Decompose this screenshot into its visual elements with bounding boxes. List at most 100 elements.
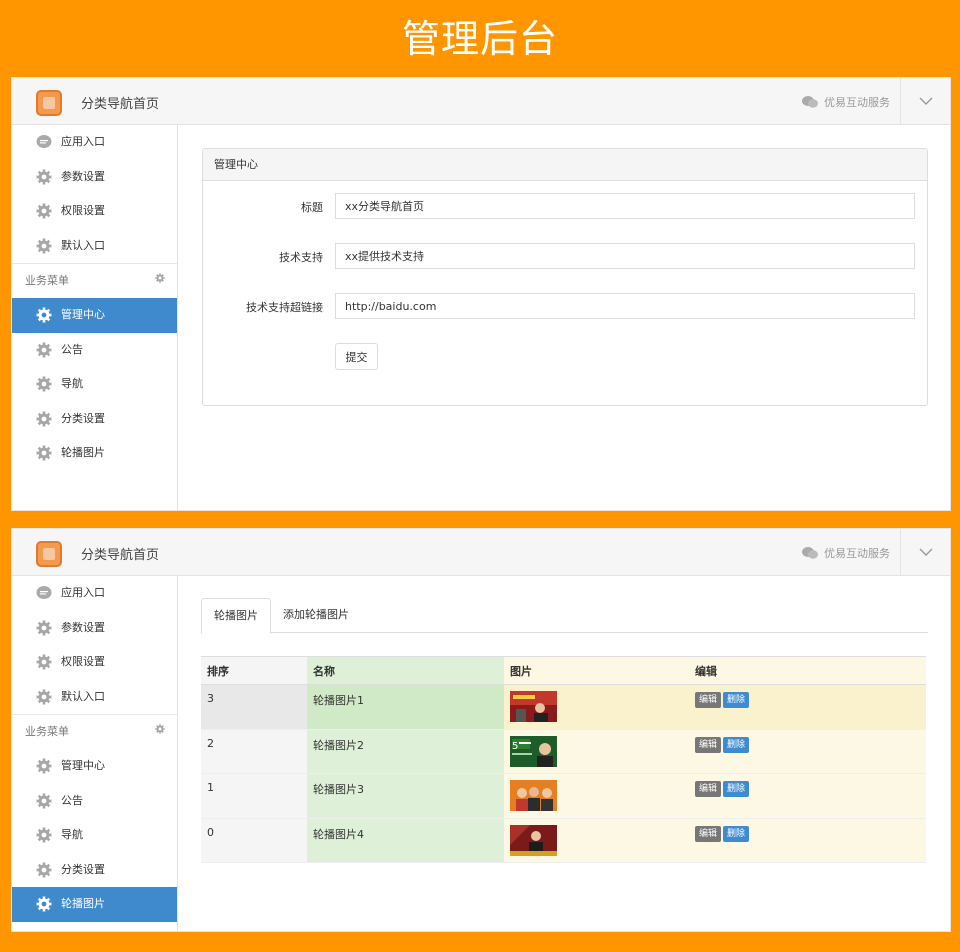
sidebar-item-label: 分类设置 (61, 862, 105, 876)
edit-button[interactable]: 编辑 (695, 736, 722, 753)
edit-button[interactable]: 编辑 (695, 825, 722, 842)
tab-add-carousel[interactable]: 添加轮播图片 (271, 598, 361, 633)
card-title: 管理中心 (203, 149, 927, 181)
order-cell: 2 (201, 729, 307, 774)
sidebar-item-admin-center[interactable]: 管理中心 (12, 749, 177, 784)
order-cell: 3 (201, 684, 307, 730)
service-link[interactable]: 优易互动服务 (802, 94, 890, 110)
sidebar-item-app-entry[interactable]: 应用入口 (12, 125, 177, 160)
carousel-table: 排序 名称 图片 编辑 3 轮播图片1 编辑 删除 2 轮播图片2 5 编辑 删… (201, 656, 926, 863)
field-label: 技术支持 (279, 251, 323, 264)
dropdown-toggle[interactable] (900, 529, 950, 576)
sidebar-item-app-entry[interactable]: 应用入口 (12, 576, 177, 611)
delete-button[interactable]: 删除 (723, 736, 750, 753)
sidebar-item-label: 导航 (61, 828, 83, 841)
gear-icon (36, 342, 52, 357)
carousel-thumbnail[interactable] (510, 824, 557, 856)
title-input[interactable] (335, 193, 915, 219)
table-row[interactable]: 0 轮播图片4 编辑 删除 (201, 818, 926, 863)
gear-icon (36, 896, 52, 912)
sidebar-item-label: 公告 (61, 342, 83, 356)
carousel-thumbnail[interactable] (510, 780, 557, 811)
name-cell: 轮播图片3 (307, 773, 504, 819)
sidebar-item-navigation[interactable]: 导航 (12, 367, 177, 402)
gear-icon (36, 827, 52, 843)
sidebar-item-carousel[interactable]: 轮播图片 (12, 887, 177, 922)
field-label: 标题 (301, 201, 323, 214)
table-row[interactable]: 3 轮播图片1 编辑 删除 (201, 684, 926, 730)
sidebar-item-label: 权限设置 (61, 655, 105, 668)
table-row[interactable]: 1 轮播图片3 编辑 删除 (201, 773, 926, 819)
section-gear-icon[interactable] (155, 724, 165, 734)
sidebar-item-label: 权限设置 (61, 204, 105, 217)
banner-title: 管理后台 (401, 17, 558, 61)
edit-button[interactable]: 编辑 (695, 781, 722, 797)
edit-button[interactable]: 编辑 (695, 692, 722, 708)
sidebar-item-notice[interactable]: 公告 (12, 784, 177, 819)
app-title[interactable]: 分类导航首页 (81, 544, 159, 563)
sidebar-item-label: 默认入口 (61, 238, 105, 252)
name-cell: 轮播图片2 (307, 729, 504, 774)
banner: 管理后台 (0, 0, 960, 76)
carousel-thumbnail[interactable]: 5 (510, 735, 557, 767)
section-label: 业务菜单 (25, 274, 69, 287)
sidebar-item-permissions[interactable]: 权限设置 (12, 645, 177, 680)
support-input[interactable] (335, 243, 915, 269)
submit-button[interactable]: 提交 (335, 343, 378, 370)
carousel-thumbnail[interactable] (510, 691, 557, 722)
actions-cell: 编辑 删除 (689, 729, 926, 774)
sidebar-item-notice[interactable]: 公告 (12, 333, 177, 368)
sidebar-item-category-settings[interactable]: 分类设置 (12, 853, 177, 888)
gear-icon (36, 376, 52, 392)
sidebar-item-navigation[interactable]: 导航 (12, 818, 177, 853)
wechat-icon (802, 96, 818, 108)
wechat-icon (802, 547, 818, 559)
sidebar-item-params[interactable]: 参数设置 (12, 611, 177, 646)
tab-carousel-list[interactable]: 轮播图片 (201, 598, 271, 634)
app-logo-icon[interactable] (36, 541, 62, 567)
app-title[interactable]: 分类导航首页 (81, 93, 159, 112)
chevron-down-icon (919, 548, 933, 556)
sidebar-item-label: 参数设置 (61, 169, 105, 183)
delete-button[interactable]: 删除 (723, 692, 750, 708)
order-cell: 1 (201, 773, 307, 819)
gear-icon (36, 793, 52, 808)
sidebar-item-default-entry[interactable]: 默认入口 (12, 229, 177, 264)
sidebar-item-permissions[interactable]: 权限设置 (12, 194, 177, 229)
column-header[interactable]: 名称 (307, 656, 504, 685)
sidebar-item-label: 参数设置 (61, 620, 105, 634)
sidebar-item-carousel[interactable]: 轮播图片 (12, 436, 177, 471)
column-header[interactable]: 图片 (504, 656, 689, 685)
sidebar-item-params[interactable]: 参数设置 (12, 160, 177, 195)
table-row[interactable]: 2 轮播图片2 5 编辑 删除 (201, 729, 926, 774)
gear-icon (36, 307, 52, 323)
main-content: 管理中心 标题 技术支持 技术支持超链接 提交 (178, 125, 950, 510)
app-logo-icon[interactable] (36, 90, 62, 116)
column-header[interactable]: 编辑 (689, 656, 926, 685)
sidebar-item-label: 分类设置 (61, 411, 105, 425)
section-gear-icon[interactable] (155, 273, 165, 283)
delete-button[interactable]: 删除 (723, 825, 750, 842)
dropdown-toggle[interactable] (900, 78, 950, 125)
gear-icon (36, 169, 52, 184)
sidebar-section-business: 业务菜单 (12, 264, 177, 298)
delete-button[interactable]: 删除 (723, 781, 750, 797)
service-label: 优易互动服务 (824, 96, 890, 109)
actions-cell: 编辑 删除 (689, 684, 926, 730)
chat-icon (36, 135, 52, 148)
sidebar-item-label: 公告 (61, 793, 83, 807)
admin-panel-settings: 分类导航首页 优易互动服务 应用入口 参数设置 权限设置 默认入口 业务菜单 管… (11, 77, 951, 511)
gear-icon (36, 654, 52, 670)
service-link[interactable]: 优易互动服务 (802, 545, 890, 561)
gear-icon (36, 238, 52, 253)
column-header[interactable]: 排序 (201, 656, 307, 685)
order-cell: 0 (201, 818, 307, 863)
sidebar-item-admin-center[interactable]: 管理中心 (12, 298, 177, 333)
actions-cell: 编辑 删除 (689, 818, 926, 863)
form-row-title: 标题 (203, 193, 927, 219)
sidebar-item-default-entry[interactable]: 默认入口 (12, 680, 177, 715)
gear-icon (36, 620, 52, 635)
sidebar-item-category-settings[interactable]: 分类设置 (12, 402, 177, 437)
support-link-input[interactable] (335, 293, 915, 319)
gear-icon (36, 758, 52, 774)
